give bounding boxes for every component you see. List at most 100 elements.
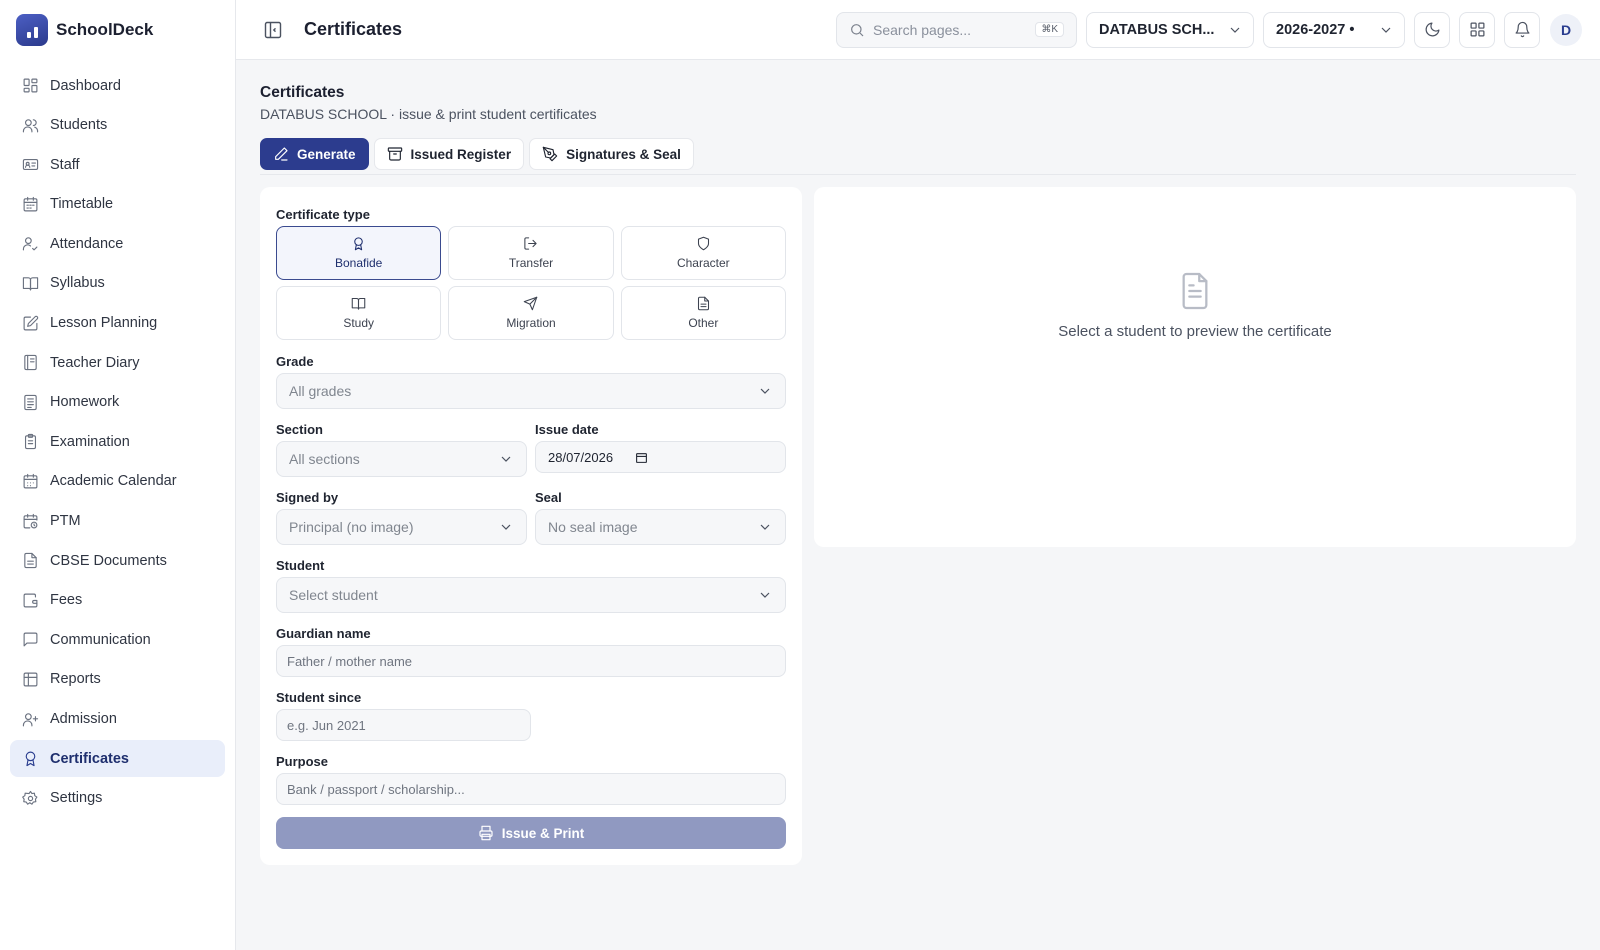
type-character[interactable]: Character: [620, 226, 786, 280]
theme-toggle-button[interactable]: [1414, 11, 1450, 48]
seal-select[interactable]: No seal image: [535, 509, 786, 545]
user-plus-icon: [22, 712, 39, 726]
grade-select-value: All grades: [289, 383, 352, 399]
sidebar-item-attendance[interactable]: Attendance: [10, 225, 225, 262]
sidebar-item-label: Certificates: [50, 750, 129, 767]
log-out-icon: [524, 237, 538, 250]
document-icon: [697, 296, 709, 311]
file-list-icon: [24, 394, 37, 410]
sidebar-item-communication[interactable]: Communication: [10, 621, 225, 658]
student-since-input[interactable]: [276, 709, 531, 741]
purpose-input[interactable]: [276, 773, 786, 805]
sidebar-item-label: Staff: [50, 156, 80, 173]
search-input[interactable]: Search pages... ⌘K: [836, 11, 1077, 48]
issue-print-button[interactable]: Issue & Print: [276, 817, 786, 849]
grade-group: Grade All grades: [276, 354, 786, 409]
grade-select[interactable]: All grades: [276, 373, 786, 409]
moon-icon: [1425, 22, 1439, 37]
issue-date-label: Issue date: [535, 422, 599, 437]
sidebar-item-label: Timetable: [50, 196, 114, 213]
tab-label: Signatures & Seal: [566, 146, 681, 162]
purpose-label: Purpose: [276, 754, 329, 769]
award-icon: [25, 751, 36, 767]
sidebar-item-admission[interactable]: Admission: [10, 701, 225, 738]
certificate-form: Certificate type Bonafide Transfer Chara…: [260, 187, 802, 865]
sidebar-item-reports[interactable]: Reports: [10, 661, 225, 698]
type-transfer[interactable]: Transfer: [448, 226, 614, 280]
guardian-label: Guardian name: [276, 626, 371, 641]
table-icon: [23, 672, 38, 687]
user-check-icon: [22, 237, 38, 251]
type-label: Character: [676, 256, 730, 270]
sidebar-item-syllabus[interactable]: Syllabus: [10, 265, 225, 302]
section-label: Section: [276, 422, 323, 437]
student-select[interactable]: Select student: [276, 577, 786, 613]
sidebar-item-label: Reports: [50, 671, 101, 688]
year-select[interactable]: 2026-2027 •: [1263, 11, 1405, 48]
chevron-down-icon: [1381, 27, 1391, 33]
tab-issued-register[interactable]: Issued Register: [373, 138, 525, 170]
sidebar-item-settings[interactable]: Settings: [10, 780, 225, 817]
sidebar-item-label: Teacher Diary: [50, 354, 140, 371]
chevron-down-icon: [501, 456, 511, 462]
issue-date-field[interactable]: 28/07/2026: [535, 441, 786, 473]
calendar-clock-icon: [23, 513, 38, 528]
chevron-down-icon: [760, 524, 770, 530]
panels: Certificate type Bonafide Transfer Chara…: [260, 187, 1576, 865]
bell-icon: [1515, 21, 1529, 38]
certificate-preview: Select a student to preview the certific…: [814, 187, 1576, 547]
sidebar-item-academic-calendar[interactable]: Academic Calendar: [10, 463, 225, 500]
signed-by-select[interactable]: Principal (no image): [276, 509, 527, 545]
sidebar-item-label: Communication: [50, 631, 151, 648]
student-label: Student: [276, 558, 325, 573]
sidebar-item-label: Homework: [50, 394, 120, 411]
sidebar-item-label: Academic Calendar: [50, 473, 177, 490]
brand[interactable]: SchoolDeck: [0, 0, 235, 60]
sidebar-item-teacher-diary[interactable]: Teacher Diary: [10, 344, 225, 381]
section-select[interactable]: All sections: [276, 441, 527, 477]
type-migration[interactable]: Migration: [448, 286, 614, 340]
type-label: Transfer: [508, 256, 554, 270]
sidebar-item-timetable[interactable]: Timetable: [10, 186, 225, 223]
certificate-type-grid: Bonafide Transfer Character Study Migrat…: [276, 226, 786, 340]
sidebar-item-ptm[interactable]: PTM: [10, 503, 225, 540]
sidebar-item-homework[interactable]: Homework: [10, 384, 225, 421]
sidebar-item-dashboard[interactable]: Dashboard: [10, 67, 225, 104]
notifications-button[interactable]: [1504, 11, 1540, 48]
guardian-name-input[interactable]: [276, 645, 786, 677]
sidebar-item-staff[interactable]: Staff: [10, 146, 225, 183]
sidebar-item-label: Fees: [50, 592, 83, 609]
issue-print-label: Issue & Print: [501, 825, 585, 841]
preview-empty-text: Select a student to preview the certific…: [1058, 323, 1332, 340]
book-open-icon: [22, 277, 39, 291]
certificate-type-label: Certificate type: [276, 207, 370, 222]
avatar[interactable]: D: [1550, 13, 1582, 46]
edit-icon: [23, 315, 39, 331]
users-icon: [22, 118, 39, 133]
sidebar-item-students[interactable]: Students: [10, 107, 225, 144]
sidebar-item-cbse-documents[interactable]: CBSE Documents: [10, 542, 225, 579]
school-select[interactable]: DATABUS SCH...: [1086, 11, 1254, 48]
tab-label: Issued Register: [410, 146, 512, 162]
apps-button[interactable]: [1459, 11, 1495, 48]
guardian-group: Guardian name: [276, 626, 786, 677]
type-other[interactable]: Other: [620, 286, 786, 340]
sidebar-item-label: CBSE Documents: [50, 552, 167, 569]
sidebar-toggle-button[interactable]: [262, 19, 284, 41]
shield-icon: [697, 236, 709, 251]
tab-generate[interactable]: Generate: [260, 138, 369, 170]
signed-by-label: Signed by: [276, 490, 339, 505]
type-bonafide[interactable]: Bonafide: [276, 226, 442, 280]
sidebar-item-fees[interactable]: Fees: [10, 582, 225, 619]
chevron-down-icon: [760, 592, 770, 598]
type-study[interactable]: Study: [276, 286, 442, 340]
chevron-down-icon: [1230, 27, 1240, 33]
gear-icon: [22, 790, 38, 805]
sidebar-item-certificates[interactable]: Certificates: [10, 740, 225, 778]
tab-signatures-seal[interactable]: Signatures & Seal: [529, 138, 694, 170]
sidebar-item-lesson-planning[interactable]: Lesson Planning: [10, 305, 225, 342]
purpose-group: Purpose: [276, 754, 786, 805]
sidebar-item-examination[interactable]: Examination: [10, 423, 225, 460]
grid-icon: [1470, 22, 1484, 37]
pencil-icon: [275, 147, 288, 161]
